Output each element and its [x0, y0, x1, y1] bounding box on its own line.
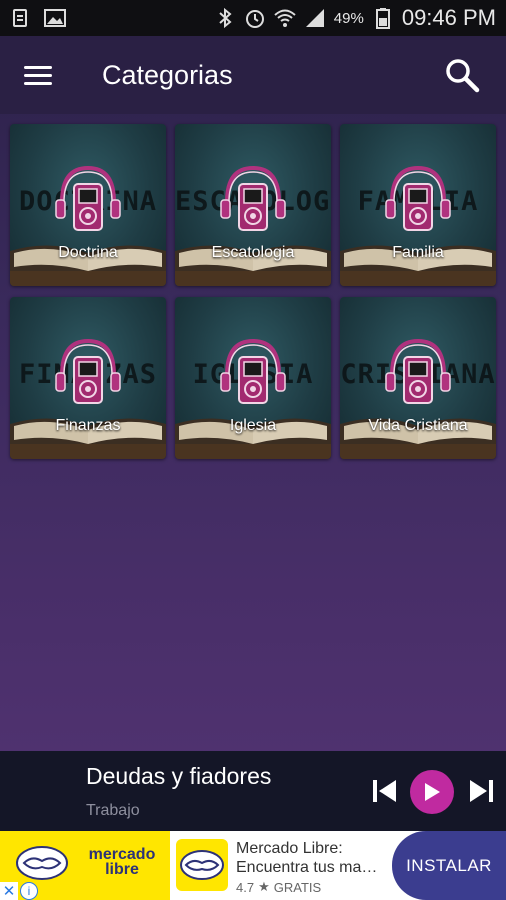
category-label: Iglesia — [229, 417, 277, 434]
signal-icon — [304, 7, 326, 29]
skip-previous-icon — [373, 780, 396, 802]
ad-title[interactable]: Mercado Libre: Encuentra tus ma… — [236, 839, 386, 877]
play-icon — [425, 783, 440, 801]
category-label: Escatologia — [211, 244, 295, 261]
headphones-player-icon — [55, 165, 121, 231]
track-category: Trabajo — [86, 802, 140, 819]
alarm-icon — [244, 7, 266, 29]
mini-player[interactable]: Deudas y fiadores Trabajo — [0, 751, 506, 831]
ad-close-button[interactable]: ✕ — [0, 882, 18, 900]
headphones-player-icon — [55, 338, 121, 404]
search-button[interactable] — [442, 55, 482, 95]
category-label: Finanzas — [55, 417, 121, 434]
bluetooth-icon — [214, 7, 236, 29]
ad-rating: 4.7 ★ GRATIS — [236, 879, 321, 895]
track-title: Deudas y fiadores — [86, 763, 272, 789]
previous-button[interactable] — [370, 777, 398, 805]
price-label: GRATIS — [273, 879, 322, 895]
app-bar: Categorias — [0, 36, 506, 114]
category-card-familia[interactable]: FAMILIA Familia — [340, 124, 496, 286]
ad-banner[interactable]: mercado libre ✕ i Mercado Libre: Encuent… — [0, 831, 506, 900]
category-grid: DOCTRINA Doctrina ESCATOLOGIA — [10, 124, 498, 459]
next-button[interactable] — [468, 777, 496, 805]
menu-button[interactable] — [24, 59, 56, 91]
category-card-finanzas[interactable]: FINANZAS Finanzas — [10, 297, 166, 459]
star-icon: ★ — [258, 879, 270, 894]
play-button[interactable] — [410, 770, 454, 814]
category-label: Familia — [392, 244, 444, 261]
wifi-icon — [274, 7, 296, 29]
hamburger-icon — [24, 65, 52, 69]
ad-info-icon[interactable]: i — [20, 882, 38, 900]
headphones-player-icon — [220, 165, 286, 231]
category-card-doctrina[interactable]: DOCTRINA Doctrina — [10, 124, 166, 286]
headphones-player-icon — [385, 338, 451, 404]
battery-icon — [372, 7, 394, 29]
handshake-icon — [180, 850, 224, 880]
battery-percent: 49% — [333, 9, 364, 27]
image-icon — [44, 7, 66, 29]
ad-app-icon[interactable] — [176, 839, 228, 891]
handshake-logo-icon — [16, 846, 68, 880]
ad-logo-text: mercado libre — [88, 846, 156, 878]
headphones-player-icon — [220, 338, 286, 404]
category-label: Doctrina — [58, 244, 118, 261]
category-label: Vida Cristiana — [368, 417, 468, 434]
status-bar: 49% 09:46 PM — [0, 0, 506, 36]
clock: 09:46 PM — [401, 5, 496, 30]
search-icon — [446, 59, 480, 93]
install-button[interactable]: INSTALAR — [392, 831, 506, 900]
headphones-player-icon — [385, 165, 451, 231]
category-card-escatologia[interactable]: ESCATOLOGIA Escatologia — [175, 124, 331, 286]
sim-card-icon — [10, 7, 32, 29]
category-card-iglesia[interactable]: IGLESIA Iglesia — [175, 297, 331, 459]
rating-value: 4.7 — [236, 879, 255, 895]
ad-brand-panel[interactable]: mercado libre ✕ i — [0, 831, 170, 900]
page-title: Categorias — [102, 59, 233, 90]
category-card-vida-cristiana[interactable]: CRISTIANA Vida Cristiana — [340, 297, 496, 459]
skip-next-icon — [470, 780, 493, 802]
